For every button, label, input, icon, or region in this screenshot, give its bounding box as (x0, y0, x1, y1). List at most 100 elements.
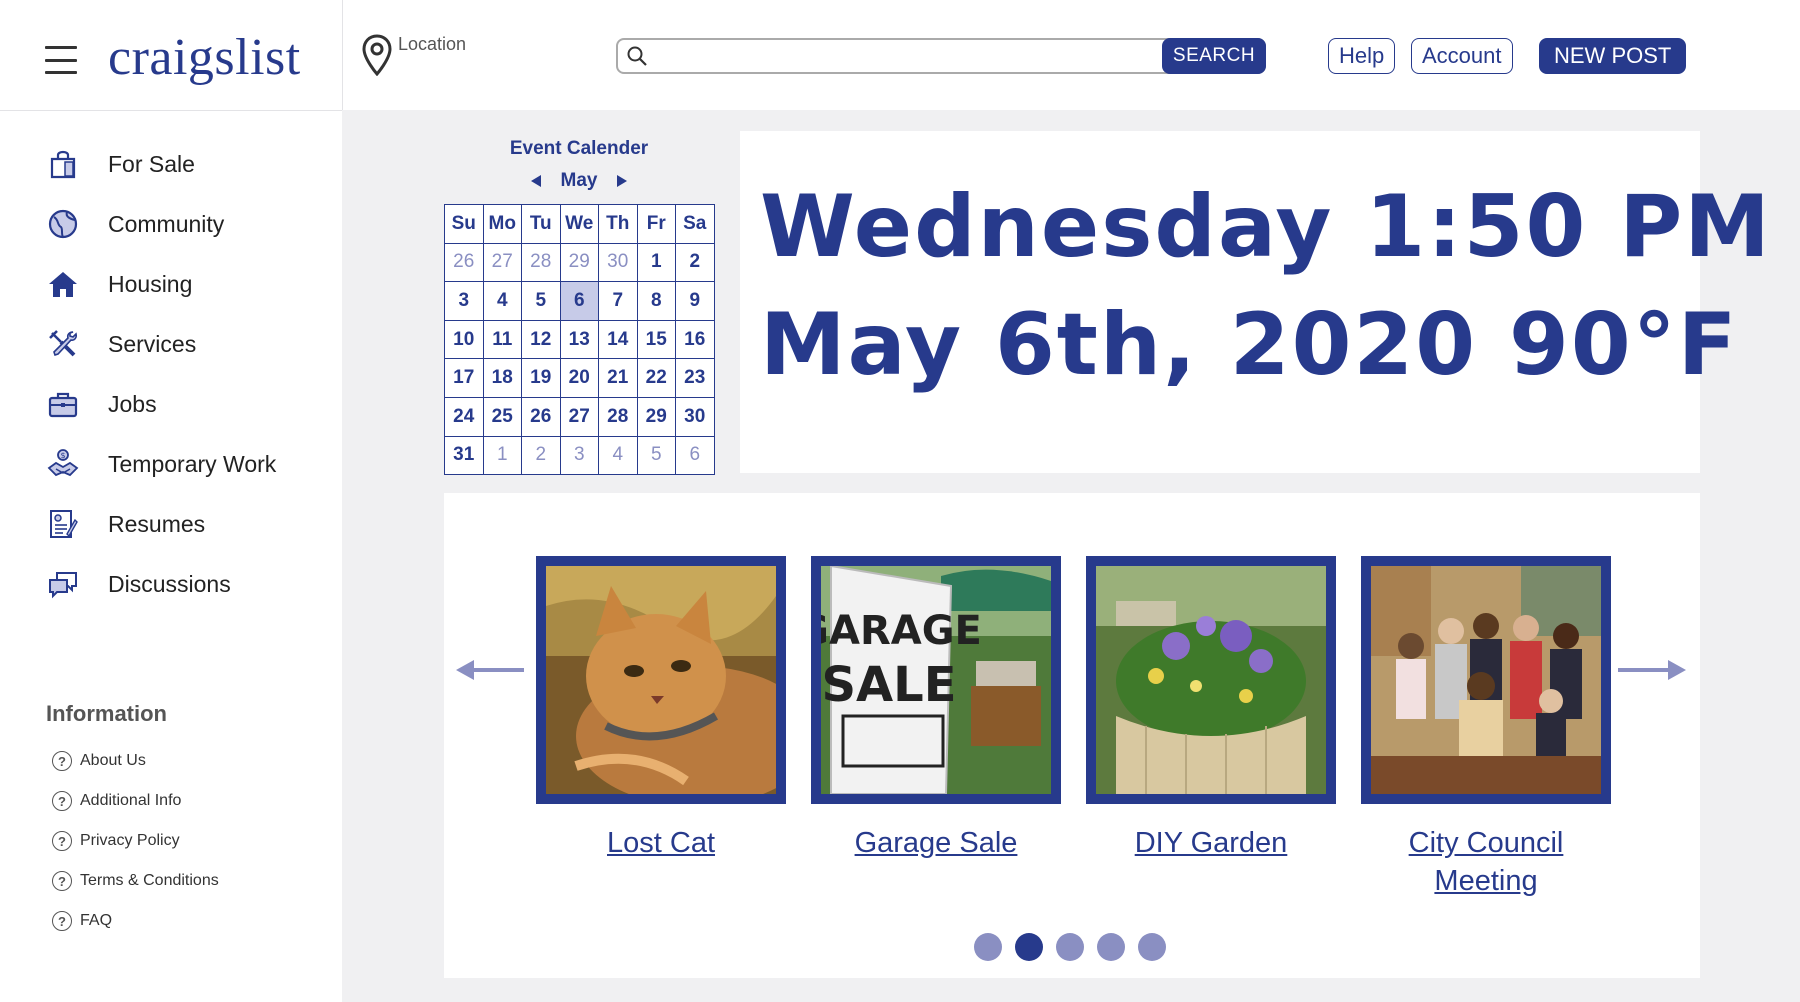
calendar-day[interactable]: 15 (636, 319, 676, 360)
card-caption-link[interactable]: City Council Meeting (1361, 824, 1611, 900)
calendar-day[interactable]: 26 (444, 242, 484, 283)
help-button[interactable]: Help (1328, 38, 1396, 74)
calendar-day[interactable]: 1 (636, 242, 676, 283)
calendar-day[interactable]: 4 (482, 281, 522, 321)
calendar-week-row: 31 1 2 3 4 5 6 (444, 435, 715, 476)
top-header: craigslist Location SEARCH Help Account … (0, 0, 1800, 110)
calendar-day[interactable]: 31 (444, 435, 484, 476)
weekday-header: We (559, 204, 599, 244)
calendar-day[interactable]: 8 (636, 281, 676, 321)
calendar-day[interactable]: 4 (598, 435, 638, 476)
globe-icon (46, 207, 80, 241)
garage-sale-image[interactable]: GARAGE SALE (811, 556, 1061, 804)
briefcase-icon (46, 387, 80, 421)
calendar-day[interactable]: 16 (675, 319, 715, 360)
info-link-faq[interactable]: ? FAQ (52, 911, 112, 931)
calendar-day[interactable]: 3 (559, 435, 599, 476)
calendar-day[interactable]: 17 (444, 358, 484, 398)
house-icon (46, 267, 80, 301)
craigslist-logo[interactable]: craigslist (108, 28, 301, 87)
calendar-day[interactable]: 20 (559, 358, 599, 398)
card-caption-link[interactable]: Lost Cat (536, 824, 786, 862)
calendar-day[interactable]: 30 (598, 242, 638, 283)
calendar-week-row: 3456789 (444, 281, 715, 321)
carousel-card-city-council: City Council Meeting (1361, 556, 1611, 900)
carousel-pagination (974, 933, 1179, 961)
calendar-day[interactable]: 21 (598, 358, 638, 398)
calendar-day[interactable]: 19 (521, 358, 561, 398)
calendar-day[interactable]: 23 (675, 358, 715, 398)
calendar-day[interactable]: 13 (559, 319, 599, 360)
carousel-dot[interactable] (974, 933, 1002, 961)
search-bar: SEARCH (616, 38, 1266, 74)
info-link-privacy-policy[interactable]: ? Privacy Policy (52, 831, 180, 851)
help-circle-icon: ? (52, 911, 72, 931)
calendar-day[interactable]: 18 (482, 358, 522, 398)
calendar-day[interactable]: 24 (444, 396, 484, 437)
sidebar-item-housing[interactable]: Housing (46, 267, 192, 301)
header-divider (342, 0, 343, 110)
weekday-header: Sa (675, 204, 715, 244)
calendar-grid: Su Mo Tu We Th Fr Sa 26 27 28 29 30 1 2 3 4 5 6 7 8 9 10 11 12… (444, 204, 715, 476)
calendar-day[interactable]: 2 (521, 435, 561, 476)
carousel-dot[interactable] (1097, 933, 1125, 961)
calendar-day[interactable]: 11 (482, 319, 522, 360)
calendar-day[interactable]: 27 (559, 396, 599, 437)
calendar-day[interactable]: 27 (482, 242, 522, 283)
info-link-about-us[interactable]: ? About Us (52, 751, 146, 771)
calendar-day[interactable]: 5 (521, 281, 561, 321)
info-link-terms-conditions[interactable]: ? Terms & Conditions (52, 871, 219, 891)
carousel-prev-arrow-icon[interactable] (454, 658, 526, 682)
location-selector[interactable]: Location (362, 34, 466, 76)
carousel-dot[interactable] (1138, 933, 1166, 961)
calendar-day[interactable]: 14 (598, 319, 638, 360)
card-caption-link[interactable]: DIY Garden (1086, 824, 1336, 862)
calendar-day[interactable]: 10 (444, 319, 484, 360)
calendar-day[interactable]: 6 (675, 435, 715, 476)
calendar-day[interactable]: 5 (636, 435, 676, 476)
calendar-day[interactable]: 1 (482, 435, 522, 476)
help-circle-icon: ? (52, 831, 72, 851)
card-caption-link[interactable]: Garage Sale (811, 824, 1061, 862)
info-link-additional-info[interactable]: ? Additional Info (52, 791, 181, 811)
calendar-day[interactable]: 3 (444, 281, 484, 321)
carousel-next-arrow-icon[interactable] (1616, 658, 1688, 682)
calendar-day[interactable]: 29 (559, 242, 599, 283)
sidebar-item-services[interactable]: Services (46, 327, 196, 361)
sidebar-item-resumes[interactable]: Resumes (46, 507, 205, 541)
next-month-arrow-icon[interactable] (617, 175, 628, 187)
sidebar-item-for-sale[interactable]: For Sale (46, 147, 195, 181)
calendar-day-today[interactable]: 6 (559, 281, 599, 321)
city-council-image[interactable] (1361, 556, 1611, 804)
calendar-day[interactable]: 30 (675, 396, 715, 437)
calendar-day[interactable]: 7 (598, 281, 638, 321)
carousel-dot[interactable] (1056, 933, 1084, 961)
calendar-day[interactable]: 22 (636, 358, 676, 398)
hamburger-menu-icon[interactable] (45, 46, 77, 74)
calendar-week-row: 17 18 19 20 21 22 23 (444, 358, 715, 398)
calendar-day[interactable]: 26 (521, 396, 561, 437)
sidebar-item-temporary-work[interactable]: $ Temporary Work (46, 447, 276, 481)
sidebar-item-jobs[interactable]: Jobs (46, 387, 157, 421)
calendar-day[interactable]: 28 (598, 396, 638, 437)
prev-month-arrow-icon[interactable] (530, 175, 541, 187)
calendar-day[interactable]: 2 (675, 242, 715, 283)
calendar-day[interactable]: 9 (675, 281, 715, 321)
account-button[interactable]: Account (1411, 38, 1513, 74)
shopping-bag-icon (46, 147, 80, 181)
calendar-day[interactable]: 12 (521, 319, 561, 360)
diy-garden-image[interactable] (1086, 556, 1336, 804)
weekday-header: Su (444, 204, 484, 244)
calendar-month-nav: May (444, 170, 714, 192)
sidebar-item-community[interactable]: Community (46, 207, 224, 241)
search-button[interactable]: SEARCH (1162, 38, 1266, 74)
datetime-panel: Wednesday 1:50 PM May 6th, 2020 90°F (740, 131, 1770, 473)
calendar-day[interactable]: 25 (482, 396, 522, 437)
lost-cat-image[interactable] (536, 556, 786, 804)
calendar-day[interactable]: 29 (636, 396, 676, 437)
sidebar-item-discussions[interactable]: Discussions (46, 567, 231, 601)
carousel-dot[interactable] (1015, 933, 1043, 961)
new-post-button[interactable]: NEW POST (1539, 38, 1687, 74)
calendar-day[interactable]: 28 (521, 242, 561, 283)
tools-icon (46, 327, 80, 361)
